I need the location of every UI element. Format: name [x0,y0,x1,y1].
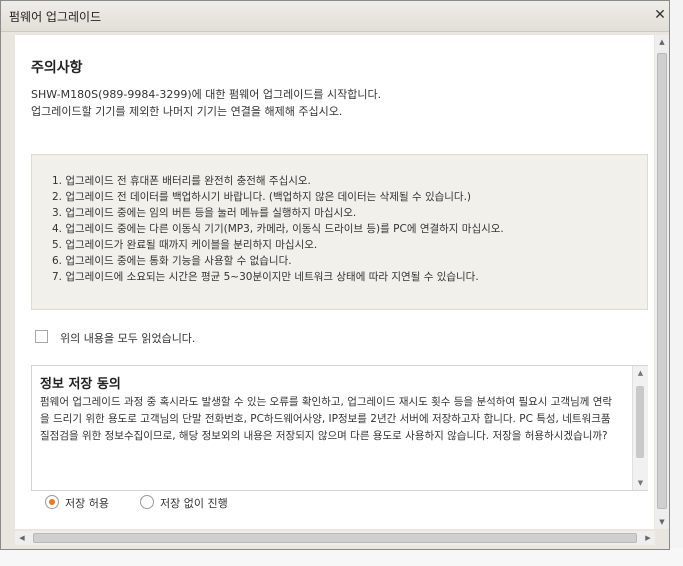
agree-checkbox[interactable] [35,330,48,343]
dialog-title: 펌웨어 업그레이드 [9,10,102,24]
title-bar[interactable]: 펌웨어 업그레이드 ✕ [1,1,669,32]
arrow-right-icon[interactable]: ▶ [641,531,655,545]
consent-scroll-thumb[interactable] [636,386,644,458]
precaution-item: 2. 업그레이드 전 데이터를 백업하시기 바랍니다. (백업하지 않은 데이터… [52,191,472,203]
precaution-item: 5. 업그레이드가 완료될 때까지 케이블을 분리하지 마십시오. [52,239,318,251]
consent-title: 정보 저장 동의 [40,377,121,392]
precaution-item: 3. 업그레이드 중에는 임의 버튼 등을 눌러 메뉴를 실행하지 마십시오. [52,207,357,219]
agree-label[interactable]: 위의 내용을 모두 읽었습니다. [60,330,195,346]
notice-device-line: SHW-M180S(989-9984-3299)에 대한 펌웨어 업그레이드를 … [31,88,382,101]
arrow-up-icon[interactable]: ▲ [633,366,648,380]
consent-box: 정보 저장 동의 펌웨어 업그레이드 과정 중 혹시라도 발생할 수 있는 오류… [31,365,648,491]
proceed-without-storage-label[interactable]: 저장 없이 진행 [160,495,228,511]
horizontal-scroll-thumb[interactable] [33,533,637,543]
precaution-item: 4. 업그레이드 중에는 다른 이동식 기기(MP3, 카메라, 이동식 드라이… [52,223,504,235]
arrow-down-icon[interactable]: ▼ [655,515,669,529]
arrow-up-icon[interactable]: ▲ [655,35,669,49]
allow-storage-radio[interactable] [45,495,59,509]
background-window-edge [668,0,683,566]
background-window-bottom [0,548,683,566]
consent-text: 펌웨어 업그레이드 과정 중 혹시라도 발생할 수 있는 오류를 확인하고, 업… [40,396,613,442]
precaution-item: 7. 업그레이드에 소요되는 시간은 평균 5~30분이지만 네트워크 상태에 … [52,271,479,283]
precautions-list: 1. 업그레이드 전 휴대폰 배터리를 완전히 충전해 주십시오. 2. 업그레… [52,173,504,285]
arrow-down-icon[interactable]: ▼ [633,476,648,490]
firmware-upgrade-dialog: 펌웨어 업그레이드 ✕ 주의사항 SHW-M180S(989-9984-3299… [0,0,670,550]
precaution-item: 1. 업그레이드 전 휴대폰 배터리를 완전히 충전해 주십시오. [52,175,311,187]
horizontal-scrollbar[interactable]: ◀ ▶ [15,531,655,545]
precautions-box: 1. 업그레이드 전 휴대폰 배터리를 완전히 충전해 주십시오. 2. 업그레… [31,154,648,310]
dialog-content: 주의사항 SHW-M180S(989-9984-3299)에 대한 펌웨어 업그… [15,35,654,529]
notice-heading: 주의사항 [31,60,83,76]
vertical-scrollbar[interactable]: ▲ ▼ [655,35,669,529]
vertical-scroll-thumb[interactable] [657,53,667,509]
proceed-without-storage-radio[interactable] [140,495,154,509]
precaution-item: 6. 업그레이드 중에는 통화 기능을 사용할 수 없습니다. [52,255,292,267]
allow-storage-label[interactable]: 저장 허용 [65,495,109,511]
arrow-left-icon[interactable]: ◀ [15,531,29,545]
close-icon[interactable]: ✕ [652,7,668,23]
notice-disconnect-line: 업그레이드할 기기를 제외한 나머지 기기는 연결을 해제해 주십시오. [31,105,343,118]
consent-scrollbar[interactable]: ▲ ▼ [632,366,648,490]
